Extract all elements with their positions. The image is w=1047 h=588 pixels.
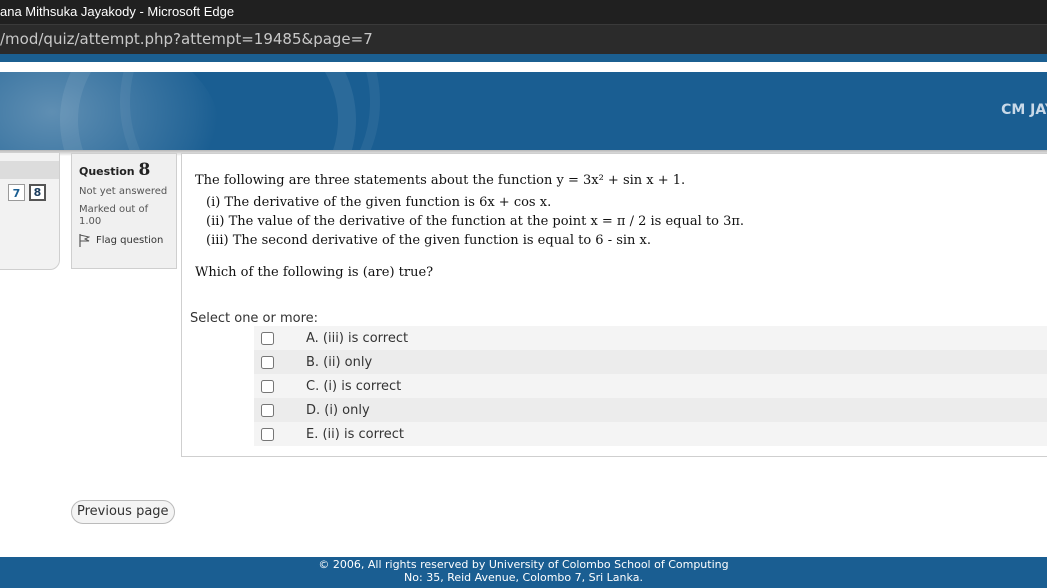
address-bar[interactable]: /mod/quiz/attempt.php?attempt=19485&page… <box>0 24 1047 54</box>
user-name[interactable]: CM JAY <box>1001 102 1047 118</box>
quiz-nav-button-7[interactable]: 7 <box>8 184 25 201</box>
question-number-value: 8 <box>138 160 151 180</box>
answer-prompt: Select one or more: <box>190 311 319 326</box>
question-info-panel: Question 8 Not yet answered Marked out o… <box>71 153 177 269</box>
answer-checkbox-c[interactable] <box>261 379 274 393</box>
answer-checkbox-e[interactable] <box>261 427 274 441</box>
question-state: Not yet answered <box>79 186 168 197</box>
question-content: The following are three statements about… <box>181 153 1047 457</box>
url-text[interactable]: /mod/quiz/attempt.php?attempt=19485&page… <box>0 25 373 54</box>
question-ask: Which of the following is (are) true? <box>195 265 434 280</box>
answer-option-c[interactable]: C. (i) is correct <box>254 374 1047 398</box>
answer-label-e[interactable]: E. (ii) is correct <box>306 427 404 442</box>
answer-option-d[interactable]: D. (i) only <box>254 398 1047 422</box>
previous-page-button[interactable]: Previous page <box>71 500 175 524</box>
answer-label-c[interactable]: C. (i) is correct <box>306 379 401 394</box>
question-statement-3: (iii) The second derivative of the given… <box>206 233 652 248</box>
answer-option-e[interactable]: E. (ii) is correct <box>254 422 1047 446</box>
answer-checkbox-a[interactable] <box>261 331 274 345</box>
quiz-nav-button-8[interactable]: 8 <box>29 184 46 201</box>
page-top-strip <box>0 54 1047 62</box>
question-statement-1: (i) The derivative of the given function… <box>206 195 552 210</box>
question-intro: The following are three statements about… <box>195 173 686 188</box>
window-title-bar: ana Mithsuka Jayakody - Microsoft Edge <box>0 0 1047 24</box>
flag-question-label[interactable]: Flag question <box>96 235 163 246</box>
flag-question-link[interactable]: Flag question <box>79 234 169 247</box>
flag-icon[interactable] <box>79 234 90 247</box>
answer-list: A. (iii) is correct B. (ii) only C. (i) … <box>254 326 1047 446</box>
question-label: Question <box>79 165 135 178</box>
question-statement-2: (ii) The value of the derivative of the … <box>206 214 745 229</box>
site-banner: CM JAY <box>0 72 1047 150</box>
question-number: Question 8 <box>79 160 169 180</box>
banner-decoration-ring-outer <box>120 72 380 150</box>
window-title: ana Mithsuka Jayakody - Microsoft Edge <box>0 4 235 19</box>
answer-label-a[interactable]: A. (iii) is correct <box>306 331 408 346</box>
question-grade: Marked out of 1.00 <box>79 204 149 227</box>
answer-option-b[interactable]: B. (ii) only <box>254 350 1047 374</box>
footer-copyright: © 2006, All rights reserved by Universit… <box>318 558 729 571</box>
quiz-navigation-header <box>0 161 59 179</box>
footer-address: No: 35, Reid Avenue, Colombo 7, Sri Lank… <box>404 571 643 584</box>
answer-checkbox-b[interactable] <box>261 355 274 369</box>
site-header-gap <box>0 62 1047 72</box>
quiz-navigation-block <box>0 152 60 270</box>
answer-label-b[interactable]: B. (ii) only <box>306 355 372 370</box>
site-footer: © 2006, All rights reserved by Universit… <box>0 557 1047 588</box>
answer-checkbox-d[interactable] <box>261 403 274 417</box>
answer-label-d[interactable]: D. (i) only <box>306 403 370 418</box>
answer-option-a[interactable]: A. (iii) is correct <box>254 326 1047 350</box>
